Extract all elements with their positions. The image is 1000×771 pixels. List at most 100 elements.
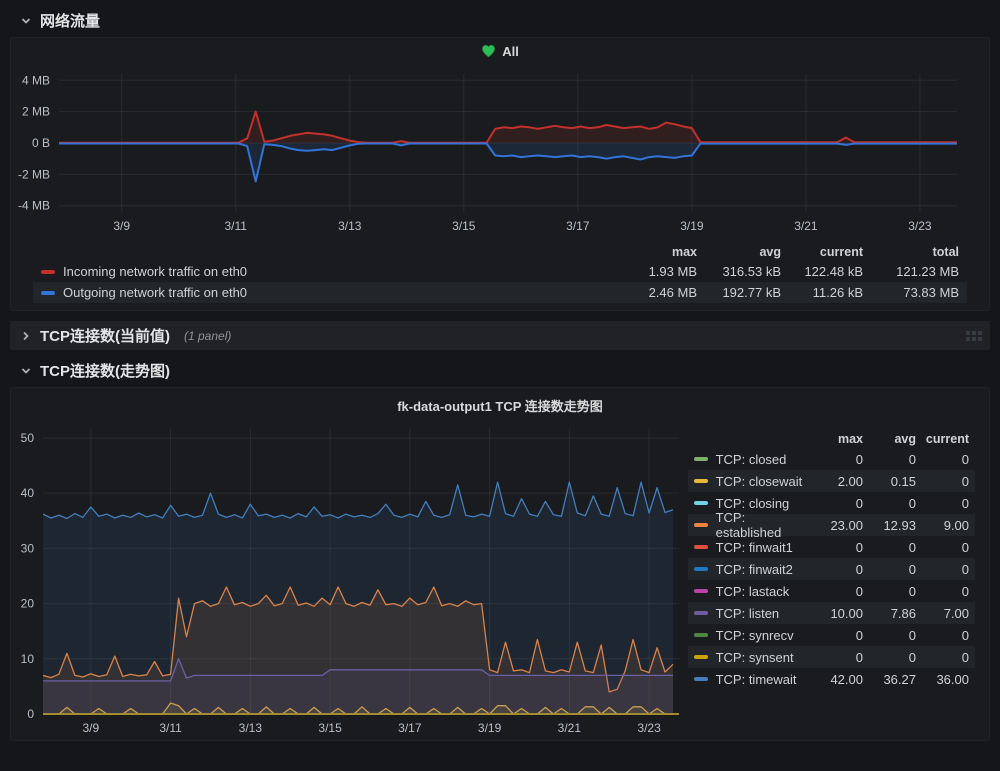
series-color-swatch-icon[interactable] <box>694 567 708 571</box>
series-color-swatch-icon[interactable] <box>694 589 708 593</box>
legend-sort-header[interactable]: avg <box>863 432 916 446</box>
legend-row: TCP: listen10.007.867.00 <box>688 602 975 624</box>
legend-series-toggle[interactable]: TCP: listen <box>694 606 805 621</box>
legend-row: TCP: established23.0012.939.00 <box>688 514 975 536</box>
legend-row: TCP: finwait1000 <box>688 536 975 558</box>
legend-series-toggle[interactable]: TCP: finwait1 <box>694 540 805 555</box>
series-color-swatch-icon[interactable] <box>694 523 708 527</box>
legend-stat-max: 0 <box>805 452 863 467</box>
legend-series-toggle[interactable]: TCP: closewait <box>694 474 805 489</box>
legend-stat-avg: 36.27 <box>863 672 916 687</box>
legend-stat-avg: 316.53 kB <box>697 264 781 279</box>
x-tick-label: 3/9 <box>83 721 100 735</box>
legend-series-toggle[interactable]: TCP: finwait2 <box>694 562 805 577</box>
network-traffic-chart[interactable]: 3/93/113/133/153/173/193/213/234 MB2 MB0… <box>11 64 989 236</box>
series-color-swatch-icon[interactable] <box>41 291 55 295</box>
series-color-swatch-icon[interactable] <box>694 501 708 505</box>
legend-header-row: maxavgcurrenttotal <box>33 243 967 261</box>
y-tick-label: 10 <box>21 652 35 666</box>
legend-stat-current: 7.00 <box>916 606 969 621</box>
y-tick-label: 50 <box>21 431 35 445</box>
legend-series-toggle[interactable]: TCP: lastack <box>694 584 805 599</box>
series-color-swatch-icon[interactable] <box>694 545 708 549</box>
x-tick-label: 3/13 <box>239 721 263 735</box>
legend-stat-avg: 0 <box>863 496 916 511</box>
legend-sort-header[interactable]: max <box>805 432 863 446</box>
legend-stat-avg: 0 <box>863 628 916 643</box>
legend-stat-max: 2.00 <box>805 474 863 489</box>
legend-series-label: TCP: synsent <box>716 650 794 665</box>
series-color-swatch-icon[interactable] <box>694 655 708 659</box>
x-tick-label: 3/23 <box>908 219 932 233</box>
legend-series-label: Incoming network traffic on eth0 <box>63 264 247 279</box>
series-color-swatch-icon[interactable] <box>694 633 708 637</box>
row-title: TCP连接数(当前值) <box>40 325 170 346</box>
x-tick-label: 3/15 <box>452 219 476 233</box>
row-drag-handle-icon[interactable] <box>966 325 982 347</box>
series-area <box>43 482 673 714</box>
panel-network-traffic: All 3/93/113/133/153/173/193/213/234 MB2… <box>10 37 990 311</box>
legend-stat-current: 0 <box>916 584 969 599</box>
x-tick-label: 3/17 <box>566 219 590 233</box>
x-tick-label: 3/15 <box>318 721 342 735</box>
legend-series-toggle[interactable]: TCP: synsent <box>694 650 805 665</box>
row-title: TCP连接数(走势图) <box>40 360 170 381</box>
legend-stat-avg: 0 <box>863 452 916 467</box>
legend-series-label: TCP: established <box>716 510 805 540</box>
tcp-trend-chart[interactable]: 3/93/113/133/153/173/193/213/23010203040… <box>11 418 688 740</box>
series-color-swatch-icon[interactable] <box>41 270 55 274</box>
legend-series-toggle[interactable]: TCP: closing <box>694 496 805 511</box>
row-header-network-traffic[interactable]: 网络流量 <box>0 0 1000 37</box>
legend-series-toggle[interactable]: Outgoing network traffic on eth0 <box>41 285 605 300</box>
x-tick-label: 3/21 <box>558 721 582 735</box>
series-color-swatch-icon[interactable] <box>694 479 708 483</box>
x-tick-label: 3/11 <box>225 219 248 233</box>
legend-stat-max: 10.00 <box>805 606 863 621</box>
row-title: 网络流量 <box>40 10 100 31</box>
legend-sort-header[interactable]: total <box>863 245 959 259</box>
panel-title-network[interactable]: All <box>11 38 989 64</box>
legend-row: TCP: lastack000 <box>688 580 975 602</box>
legend-stat-avg: 12.93 <box>863 518 916 533</box>
panel-title-tcp-trend[interactable]: fk-data-output1 TCP 连接数走势图 <box>11 388 989 418</box>
x-tick-label: 3/9 <box>113 219 130 233</box>
legend-stat-avg: 7.86 <box>863 606 916 621</box>
series-area <box>59 143 957 181</box>
legend-series-toggle[interactable]: TCP: synrecv <box>694 628 805 643</box>
y-tick-label: -4 MB <box>18 199 50 213</box>
legend-row: TCP: synsent000 <box>688 646 975 668</box>
legend-row: Incoming network traffic on eth01.93 MB3… <box>33 261 967 282</box>
legend-stat-max: 0 <box>805 628 863 643</box>
legend-stat-current: 122.48 kB <box>781 264 863 279</box>
legend-row: TCP: synrecv000 <box>688 624 975 646</box>
legend-stat-max: 0 <box>805 496 863 511</box>
series-color-swatch-icon[interactable] <box>694 611 708 615</box>
x-tick-label: 3/13 <box>338 219 362 233</box>
green-heart-icon <box>481 44 496 58</box>
legend-series-toggle[interactable]: TCP: closed <box>694 452 805 467</box>
panel-tcp-trend: fk-data-output1 TCP 连接数走势图 3/9 3/11 3/13 3/… <box>10 387 990 741</box>
legend-stat-max: 0 <box>805 584 863 599</box>
series-color-swatch-icon[interactable] <box>694 677 708 681</box>
legend-sort-header[interactable]: current <box>781 245 863 259</box>
row-header-tcp-current-collapsed[interactable]: TCP连接数(当前值) (1 panel) <box>10 321 990 350</box>
row-header-tcp-trend[interactable]: TCP连接数(走势图) <box>0 350 1000 387</box>
legend-series-toggle[interactable]: TCP: timewait <box>694 672 805 687</box>
legend-sort-header[interactable]: current <box>916 432 969 446</box>
legend-sort-header[interactable]: max <box>605 245 697 259</box>
legend-stat-current: 11.26 kB <box>781 285 863 300</box>
legend-row: TCP: finwait2000 <box>688 558 975 580</box>
x-tick-label: 3/11 <box>159 721 182 735</box>
panel-count-hint: (1 panel) <box>184 329 231 343</box>
legend-stat-current: 36.00 <box>916 672 969 687</box>
series-color-swatch-icon[interactable] <box>694 457 708 461</box>
legend-row: TCP: closewait2.000.150 <box>688 470 975 492</box>
legend-stat-current: 0 <box>916 496 969 511</box>
legend-stat-total: 121.23 MB <box>863 264 959 279</box>
legend-series-toggle[interactable]: TCP: established <box>694 510 805 540</box>
x-tick-label: 3/23 <box>637 721 661 735</box>
legend-series-toggle[interactable]: Incoming network traffic on eth0 <box>41 264 605 279</box>
legend-sort-header[interactable]: avg <box>697 245 781 259</box>
x-tick-label: 3/19 <box>478 721 502 735</box>
legend-row: Outgoing network traffic on eth02.46 MB1… <box>33 282 967 303</box>
